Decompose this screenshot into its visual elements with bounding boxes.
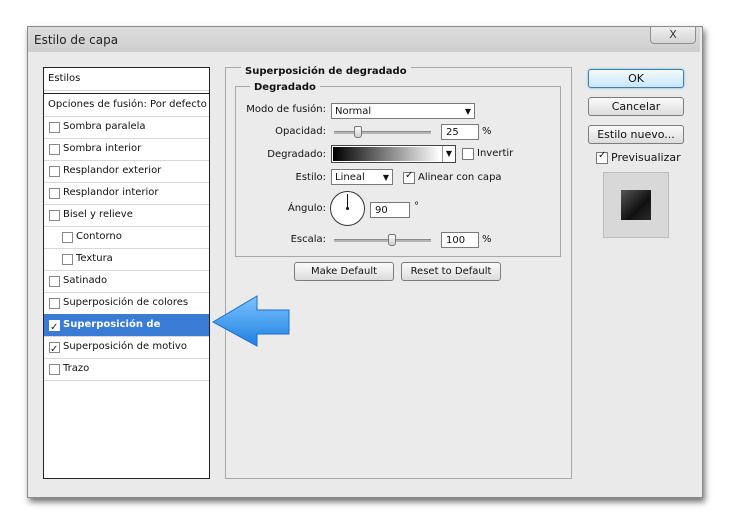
style-item-checkbox[interactable]	[49, 210, 60, 221]
degree-unit: °	[414, 201, 419, 212]
preview-thumbnail	[621, 190, 651, 220]
style-item[interactable]: Superposición de motivo	[44, 336, 209, 361]
scale-label: Escala:	[290, 234, 326, 245]
chevron-down-icon: ▼	[464, 107, 471, 116]
blend-mode-value: Normal	[335, 106, 372, 117]
style-item[interactable]: Trazo	[44, 358, 209, 381]
style-item[interactable]: Satinado	[44, 270, 209, 293]
style-label: Estilo:	[295, 172, 327, 183]
blending-options-label: Opciones de fusión: Por defecto	[48, 99, 207, 110]
dialog-title: Estilo de capa	[34, 33, 119, 47]
ok-button[interactable]: OK	[588, 69, 684, 88]
close-button[interactable]: X	[650, 27, 696, 44]
style-item[interactable]: Superposición de degradado	[44, 314, 209, 352]
style-item[interactable]: Sombra paralela	[44, 116, 209, 139]
gradient-swatch[interactable]	[333, 147, 440, 161]
style-item-checkbox[interactable]	[49, 364, 60, 375]
angle-needle	[347, 194, 348, 208]
preview-label: Previsualizar	[611, 151, 681, 164]
style-item-checkbox[interactable]	[62, 254, 73, 265]
style-item-checkbox[interactable]	[49, 188, 60, 199]
style-item[interactable]: Bisel y relieve	[44, 204, 209, 227]
preview-checkbox[interactable]	[596, 150, 608, 164]
section-title: Superposición de degradado	[241, 66, 411, 77]
style-item-label: Sombra interior	[63, 143, 142, 154]
style-item-label: Resplandor interior	[63, 187, 159, 198]
invert-checkbox[interactable]	[462, 148, 474, 160]
style-item-label: Superposición de motivo	[63, 341, 187, 352]
style-value: Lineal	[335, 172, 365, 183]
style-item-label: Trazo	[63, 363, 90, 374]
style-item-checkbox[interactable]	[49, 122, 60, 133]
style-item-checkbox[interactable]	[49, 276, 60, 287]
angle-field[interactable]: 90	[370, 202, 410, 218]
opacity-label: Opacidad:	[275, 126, 326, 137]
style-item[interactable]: Contorno	[44, 226, 209, 249]
opacity-slider-track[interactable]	[334, 131, 431, 134]
style-item[interactable]: Resplandor exterior	[44, 160, 209, 183]
opacity-slider-thumb[interactable]	[354, 126, 363, 138]
style-item[interactable]: Sombra interior	[44, 138, 209, 161]
opacity-unit: %	[482, 126, 492, 137]
style-item-checkbox[interactable]	[49, 339, 60, 361]
style-preview	[603, 172, 669, 238]
align-with-layer-checkbox[interactable]	[403, 170, 415, 184]
scale-unit: %	[482, 234, 492, 245]
reset-default-button[interactable]: Reset to Default	[401, 262, 501, 281]
gradient-picker[interactable]: ▼	[331, 145, 456, 163]
style-item-checkbox[interactable]	[49, 317, 60, 339]
style-item[interactable]: Resplandor interior	[44, 182, 209, 205]
style-item-checkbox[interactable]	[49, 144, 60, 155]
cancel-button[interactable]: Cancelar	[588, 97, 684, 116]
styles-list: Estilos Opciones de fusión: Por defecto …	[43, 67, 210, 479]
style-item-label: Bisel y relieve	[63, 209, 133, 220]
chevron-down-icon: ▼	[382, 173, 389, 182]
title-bar[interactable]	[28, 27, 700, 52]
blending-options-item[interactable]: Opciones de fusión: Por defecto	[44, 93, 209, 117]
style-item-label: Satinado	[63, 275, 108, 286]
styles-header-label: Estilos	[48, 73, 81, 84]
style-item-label: Resplandor exterior	[63, 165, 162, 176]
invert-label: Invertir	[477, 148, 514, 159]
blend-mode-select[interactable]: Normal ▼	[331, 103, 475, 119]
new-style-button[interactable]: Estilo nuevo...	[588, 125, 684, 144]
chevron-down-icon[interactable]: ▼	[442, 146, 455, 162]
style-item-label: Sombra paralela	[63, 121, 146, 132]
scale-slider-track[interactable]	[334, 239, 431, 242]
style-item-checkbox[interactable]	[62, 232, 73, 243]
blend-mode-label: Modo de fusión:	[246, 104, 326, 115]
scale-slider-thumb[interactable]	[388, 234, 397, 246]
style-item[interactable]: Textura	[44, 248, 209, 271]
opacity-field[interactable]: 25	[441, 124, 479, 140]
make-default-button[interactable]: Make Default	[294, 262, 394, 281]
style-item[interactable]: Superposición de colores	[44, 292, 209, 315]
styles-header[interactable]: Estilos	[44, 68, 209, 91]
angle-dial[interactable]	[330, 191, 365, 226]
style-item-label: Contorno	[76, 231, 122, 242]
style-select[interactable]: Lineal ▼	[331, 169, 393, 185]
style-item-label: Textura	[76, 253, 113, 264]
group-title: Degradado	[250, 82, 320, 93]
style-item-label: Superposición de colores	[63, 297, 189, 308]
style-item-checkbox[interactable]	[49, 166, 60, 177]
style-item-checkbox[interactable]	[49, 298, 60, 309]
pointer-arrow-icon	[211, 295, 290, 347]
angle-center	[346, 207, 349, 210]
gradient-label: Degradado:	[267, 149, 326, 160]
scale-field[interactable]: 100	[441, 232, 479, 248]
angle-label: Ángulo:	[287, 203, 326, 214]
align-with-layer-label: Alinear con capa	[418, 172, 502, 183]
